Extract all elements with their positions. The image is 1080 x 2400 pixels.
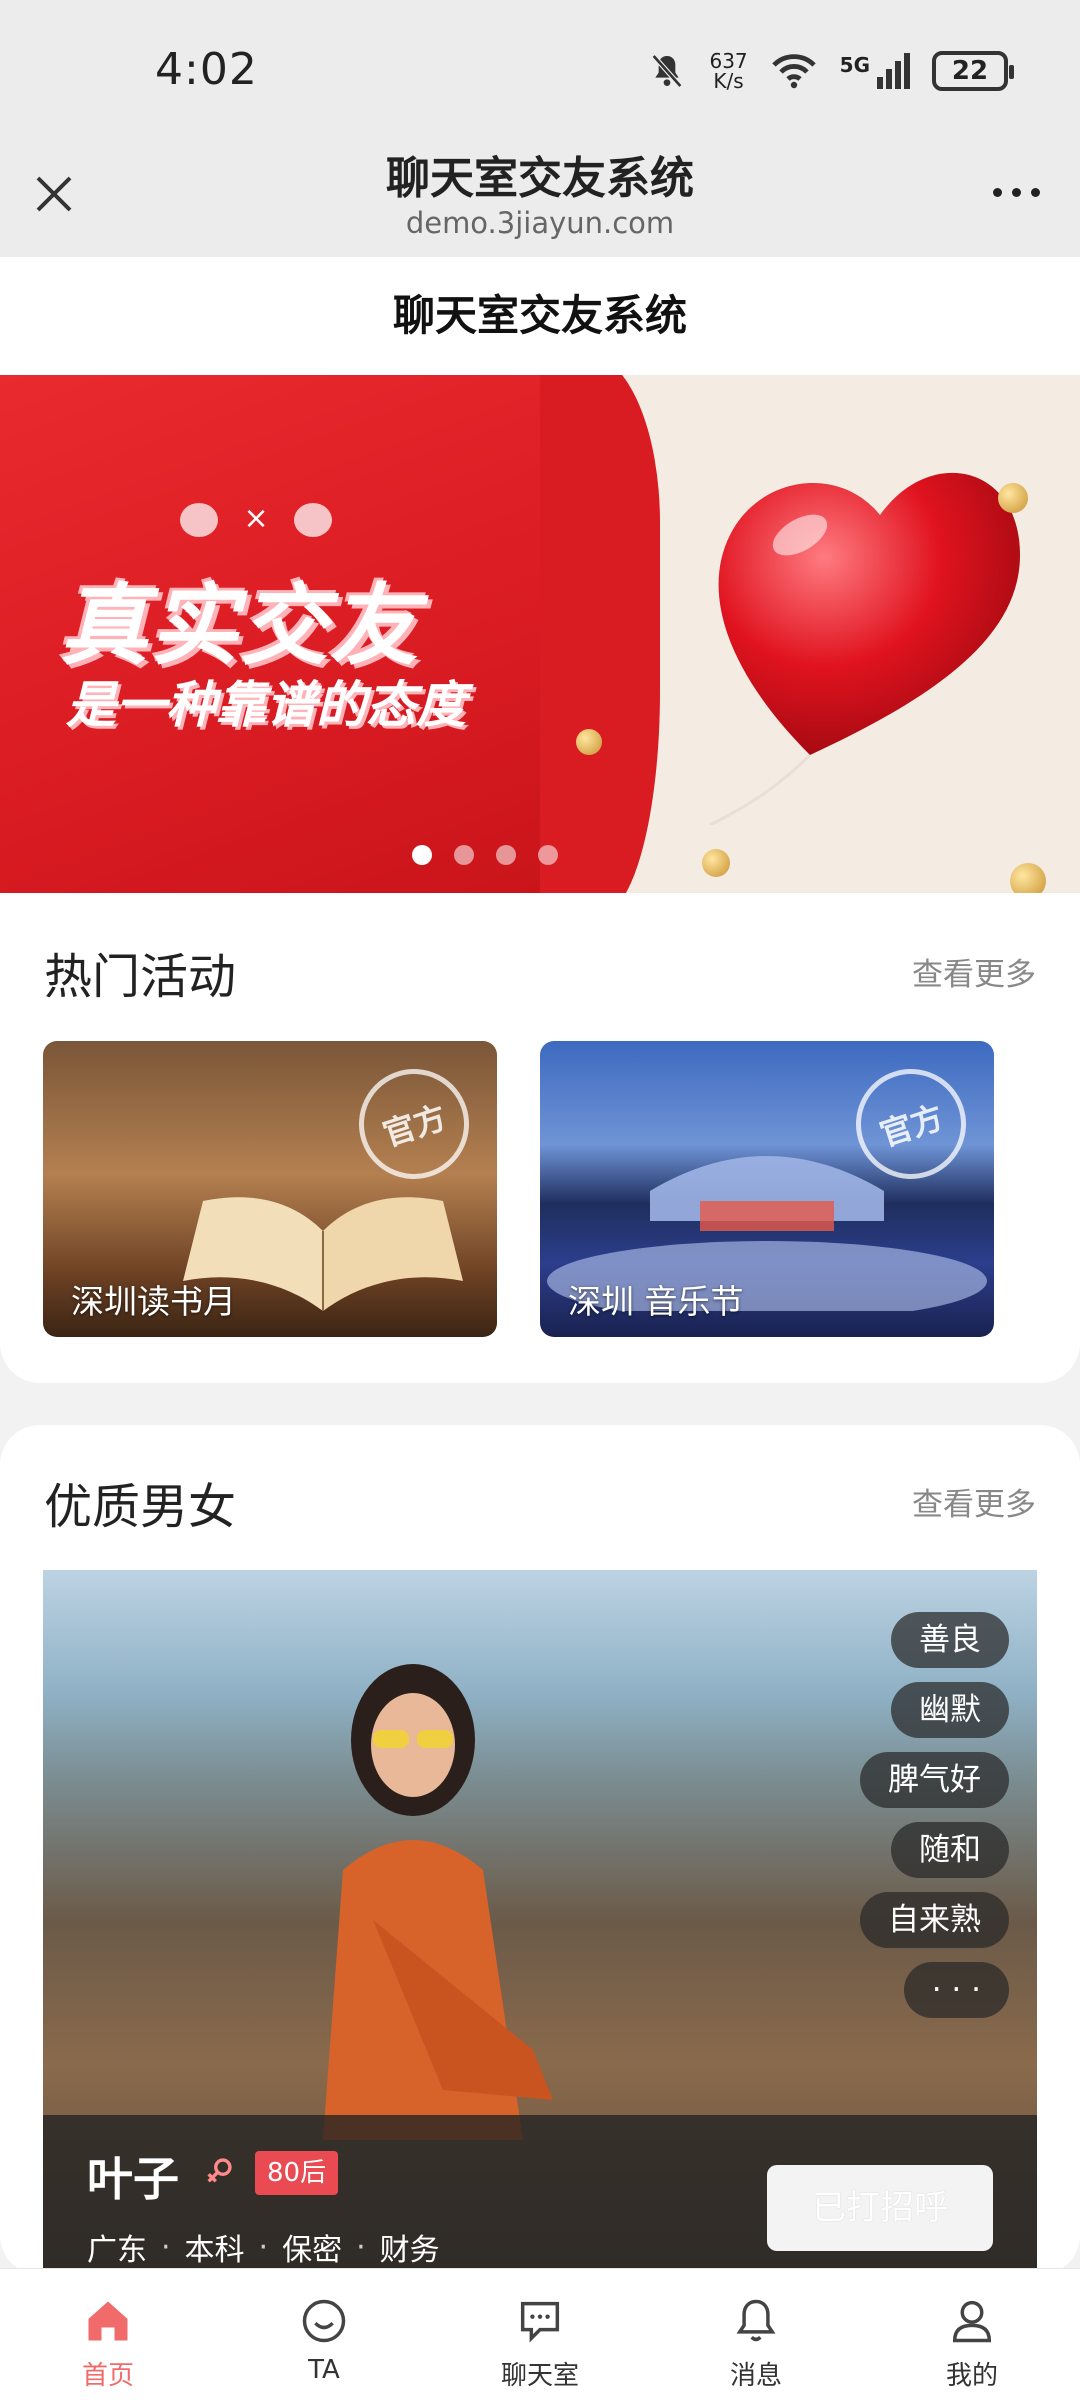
bell-icon [736,2299,776,2342]
page-title: 聊天室交友系统 [0,257,1080,375]
net-speed: 637 K/s [709,49,748,93]
quality-members-section: 优质男女 查看更多 善良 幽默 脾气好 随和 自来熟 · · · 叶子 80后 … [0,1425,1080,2275]
profile-occupation: 财务 [379,2233,440,2268]
age-badge: 80后 [255,2151,339,2195]
more-dot-icon [993,188,1002,197]
profile-region: 广东 [87,2233,147,2268]
signal-bar-4 [904,53,910,89]
activity-card[interactable]: 官方 深圳读书月 [43,1041,497,1337]
status-time: 4:02 [155,44,258,95]
mute-bell-icon [652,54,683,88]
profile-education: 本科 [184,2233,245,2268]
user-icon [952,2300,992,2343]
personality-tag: 随和 [891,1822,1009,1878]
browser-header: 聊天室交友系统 demo.3jiayun.com [0,130,1080,257]
signal-bar-3 [895,61,901,89]
banner-subtitle: 是一种靠谱的态度 [66,676,466,734]
pig-mascot-icon [180,502,218,537]
personality-tags: 善良 幽默 脾气好 随和 自来熟 · · · [860,1612,1009,2018]
nav-label: 我的 [945,2361,998,2391]
chat-icon [520,2301,560,2343]
banner-wave [540,375,660,893]
personality-tag: 幽默 [891,1682,1009,1738]
gold-bead [576,729,602,755]
profile-photo [323,1664,553,2140]
profile-income: 保密 [282,2233,343,2268]
section-title: 优质男女 [44,1479,237,1535]
banner-title: 真实交友 [60,574,421,677]
nav-label: 消息 [729,2361,782,2391]
carousel-dot[interactable] [454,845,474,865]
personality-tag: 脾气好 [860,1752,1009,1808]
profile-name: 叶子 [87,2152,179,2206]
nav-item-home[interactable]: 首页 [0,2269,216,2400]
signal-bar-2 [886,69,892,89]
view-more-link[interactable]: 查看更多 [912,949,1036,994]
home-icon [88,2301,128,2341]
status-icons: 637 K/s 5G 22 [647,46,1014,96]
cell-signal: 5G [840,53,910,89]
more-options-button[interactable] [993,188,1040,197]
profile-meta: 广东 · 本科 · 保密 · 财务 [87,2225,440,2269]
wifi-icon [771,54,816,89]
nav-item-mine[interactable]: 我的 [864,2269,1080,2400]
nav-label: 聊天室 [500,2361,579,2391]
more-dot-icon [1012,188,1021,197]
view-more-link[interactable]: 查看更多 [912,1479,1036,1524]
female-gender-icon [207,2158,232,2183]
status-bar: 4:02 637 K/s 5G 22 [0,0,1080,130]
more-tags[interactable]: · · · [903,1962,1009,2018]
pig-mascot-icon [294,502,333,537]
greet-button[interactable]: 已打招呼 [767,2165,993,2251]
carousel-dot[interactable] [538,845,558,865]
bottom-nav: 首页 TA 聊天室 消息 我的 [0,2268,1080,2400]
nav-item-messages[interactable]: 消息 [648,2269,864,2400]
profile-info-bar: 叶子 80后 广东 · 本科 · 保密 · 财务 已打招呼 [43,2115,1037,2275]
more-dot-icon [1031,188,1040,197]
nav-item-chatroom[interactable]: 聊天室 [432,2269,648,2400]
activity-label: 深圳 音乐节 [568,1282,744,1321]
meta-separator: · [356,2229,366,2265]
nav-item-ta[interactable]: TA [216,2269,432,2400]
smile-icon [302,2299,346,2343]
activity-card[interactable]: 官方 深圳 音乐节 [540,1041,994,1337]
battery-indicator: 22 [932,51,1014,91]
section-title: 热门活动 [44,949,237,1005]
banner-mascots: × [180,501,333,537]
profile-card[interactable]: 善良 幽默 脾气好 随和 自来熟 · · · 叶子 80后 广东 · 本科 · … [43,1570,1037,2275]
personality-tag: 自来熟 [860,1892,1009,1948]
browser-url: demo.3jiayun.com [405,206,675,240]
meta-separator: · [258,2229,269,2265]
personality-tag: 善良 [891,1612,1009,1668]
gold-bead [998,483,1028,513]
carousel-dots [0,845,1080,865]
carousel-dot[interactable] [496,845,516,865]
banner-carousel[interactable]: × 真实交友 是一种靠谱的态度 [0,375,1080,893]
heart-balloon-icon [709,472,1020,825]
meta-separator: · [161,2229,171,2265]
nav-label: TA [308,2355,340,2385]
activity-label: 深圳读书月 [71,1282,236,1321]
nav-label: 首页 [81,2361,134,2391]
gold-bead [1010,863,1046,893]
signal-bar-1 [877,77,883,89]
browser-title: 聊天室交友系统 [386,153,694,204]
carousel-dot[interactable] [412,845,432,865]
hot-activities-section: 热门活动 查看更多 官方 深圳读书月 官方 深圳 音乐节 [0,893,1080,1383]
